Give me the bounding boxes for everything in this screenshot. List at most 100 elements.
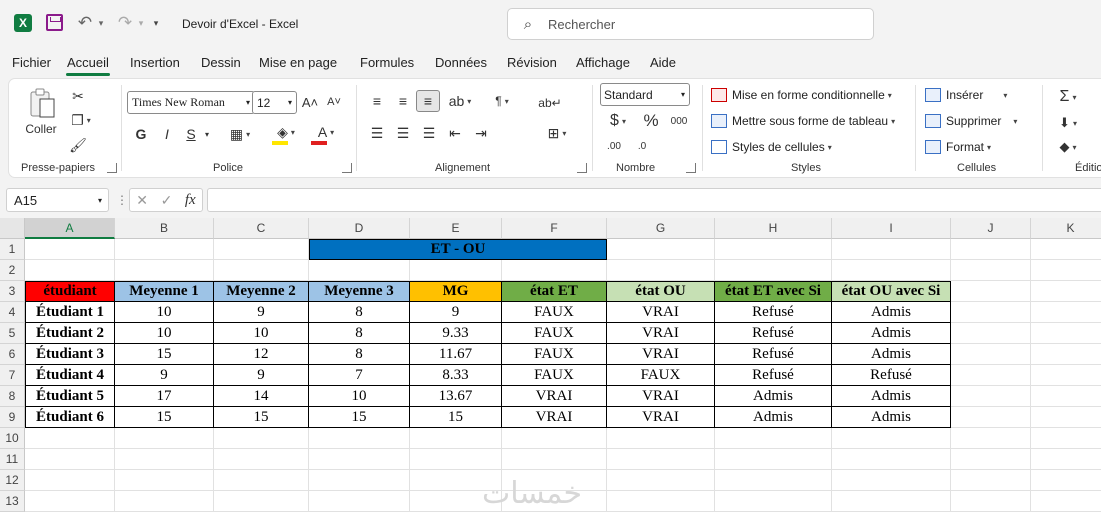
cell[interactable] <box>410 428 502 449</box>
tab-donnees[interactable]: Données <box>435 55 487 70</box>
table-header-cell[interactable]: Meyenne 3 <box>309 281 410 302</box>
cell[interactable] <box>1031 239 1101 260</box>
cell[interactable] <box>502 449 607 470</box>
table-cell[interactable]: 8 <box>309 323 410 344</box>
cell[interactable] <box>832 491 951 512</box>
row-header-3[interactable]: 3 <box>0 281 25 302</box>
table-cell[interactable]: 15 <box>115 344 214 365</box>
table-cell[interactable]: 9 <box>214 302 309 323</box>
align-middle-icon[interactable]: ≡ <box>393 91 413 111</box>
table-cell[interactable]: 9 <box>410 302 502 323</box>
table-cell[interactable]: 15 <box>309 407 410 428</box>
student-name-cell[interactable]: Étudiant 3 <box>25 344 115 365</box>
column-header-g[interactable]: G <box>607 218 715 239</box>
table-cell[interactable]: 14 <box>214 386 309 407</box>
fill-icon[interactable]: ⬇ ▾ <box>1053 113 1083 133</box>
row-header-6[interactable]: 6 <box>0 344 25 365</box>
align-center-icon[interactable]: ☰ <box>393 123 413 143</box>
number-launcher-icon[interactable] <box>686 163 696 173</box>
cell[interactable] <box>115 260 214 281</box>
column-header-e[interactable]: E <box>410 218 502 239</box>
table-cell[interactable]: 9.33 <box>410 323 502 344</box>
format-as-table-button[interactable]: Mettre sous forme de tableau ▾ <box>711 114 895 128</box>
column-header-f[interactable]: F <box>502 218 607 239</box>
text-direction-icon[interactable]: ¶ ▾ <box>487 91 517 111</box>
table-header-cell[interactable]: Meyenne 2 <box>214 281 309 302</box>
more-options-icon[interactable]: ⋮ <box>116 193 128 207</box>
table-cell[interactable]: 17 <box>115 386 214 407</box>
table-cell[interactable]: Refusé <box>715 365 832 386</box>
table-cell[interactable]: 8.33 <box>410 365 502 386</box>
fill-color-icon[interactable]: ◈ ▾ <box>271 123 301 141</box>
cell[interactable] <box>832 449 951 470</box>
clear-icon[interactable]: ◆ ▾ <box>1053 137 1083 157</box>
tab-dessin[interactable]: Dessin <box>201 55 241 70</box>
tab-fichier[interactable]: Fichier <box>12 55 51 70</box>
cell[interactable] <box>25 428 115 449</box>
cell[interactable] <box>607 260 715 281</box>
cell[interactable] <box>1031 344 1101 365</box>
tab-formules[interactable]: Formules <box>360 55 414 70</box>
table-header-cell[interactable]: état OU <box>607 281 715 302</box>
table-cell[interactable]: Admis <box>832 302 951 323</box>
table-cell[interactable]: 13.67 <box>410 386 502 407</box>
cell[interactable] <box>1031 407 1101 428</box>
underline-button[interactable]: S <box>183 125 199 143</box>
cell[interactable] <box>607 428 715 449</box>
cell[interactable] <box>607 491 715 512</box>
cell[interactable] <box>410 449 502 470</box>
tab-revision[interactable]: Révision <box>507 55 557 70</box>
table-cell[interactable]: Refusé <box>832 365 951 386</box>
cell[interactable] <box>309 491 410 512</box>
thousands-separator-button[interactable]: 000 <box>667 111 691 131</box>
cell[interactable] <box>832 239 951 260</box>
cell[interactable] <box>607 239 715 260</box>
cell[interactable] <box>214 239 309 260</box>
column-header-d[interactable]: D <box>309 218 410 239</box>
cell[interactable] <box>951 386 1031 407</box>
table-cell[interactable]: FAUX <box>607 365 715 386</box>
cell[interactable] <box>607 449 715 470</box>
font-size-select[interactable]: 12 ▾ <box>252 91 297 114</box>
table-cell[interactable]: FAUX <box>502 344 607 365</box>
cell[interactable] <box>1031 260 1101 281</box>
clipboard-launcher-icon[interactable] <box>107 163 117 173</box>
cell[interactable] <box>115 470 214 491</box>
tab-insertion[interactable]: Insertion <box>130 55 180 70</box>
table-header-cell[interactable]: état ET <box>502 281 607 302</box>
currency-button[interactable]: $ ▾ <box>603 111 633 131</box>
table-cell[interactable]: 9 <box>214 365 309 386</box>
student-name-cell[interactable]: Étudiant 2 <box>25 323 115 344</box>
tab-accueil[interactable]: Accueil <box>67 55 109 70</box>
format-cells-button[interactable]: Format ▾ <box>925 140 991 154</box>
select-all-corner[interactable] <box>0 218 25 239</box>
font-name-select[interactable]: Times New Roman ▾ <box>127 91 255 114</box>
number-format-select[interactable]: Standard ▾ <box>600 83 690 106</box>
cell[interactable] <box>25 260 115 281</box>
formula-input[interactable] <box>207 188 1101 212</box>
cell[interactable] <box>309 428 410 449</box>
column-header-k[interactable]: K <box>1031 218 1101 239</box>
increase-font-icon[interactable]: A˄ <box>301 93 319 111</box>
table-cell[interactable]: 10 <box>115 302 214 323</box>
table-cell[interactable]: FAUX <box>502 365 607 386</box>
row-header-13[interactable]: 13 <box>0 491 25 512</box>
cell[interactable] <box>1031 491 1101 512</box>
table-cell[interactable]: 8 <box>309 344 410 365</box>
cell[interactable] <box>115 428 214 449</box>
alignment-launcher-icon[interactable] <box>577 163 587 173</box>
font-launcher-icon[interactable] <box>342 163 352 173</box>
cell[interactable] <box>1031 302 1101 323</box>
cell[interactable] <box>502 260 607 281</box>
table-cell[interactable]: 10 <box>309 386 410 407</box>
student-name-cell[interactable]: Étudiant 6 <box>25 407 115 428</box>
cell[interactable] <box>951 323 1031 344</box>
table-cell[interactable]: Admis <box>832 344 951 365</box>
cell[interactable] <box>951 281 1031 302</box>
undo-icon[interactable]: ↶ <box>74 12 96 34</box>
cell[interactable] <box>1031 386 1101 407</box>
table-header-cell[interactable]: MG <box>410 281 502 302</box>
cell[interactable] <box>715 470 832 491</box>
cell[interactable] <box>214 491 309 512</box>
name-box[interactable]: A15 ▾ <box>6 188 109 212</box>
